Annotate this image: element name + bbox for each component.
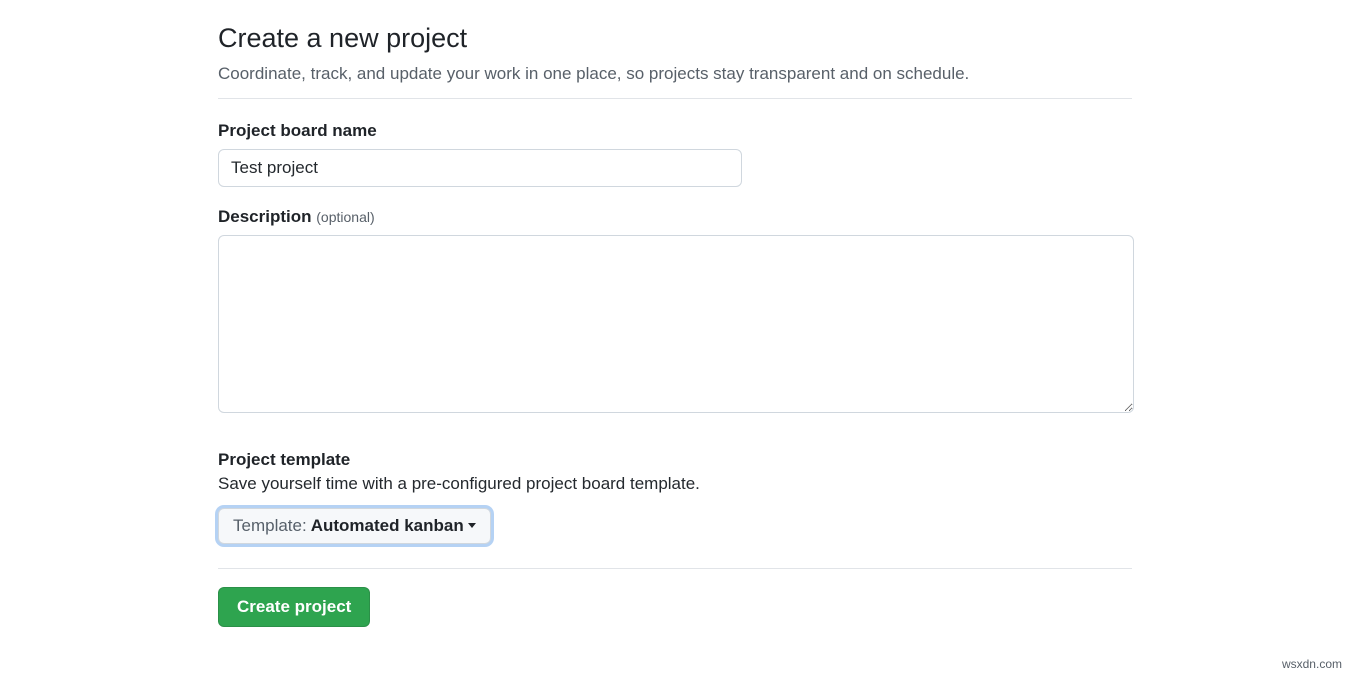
name-label: Project board name	[218, 121, 1132, 141]
page-title: Create a new project	[218, 22, 1132, 56]
create-project-button[interactable]: Create project	[218, 587, 370, 627]
watermark-text: wsxdn.com	[1282, 657, 1342, 671]
template-heading: Project template	[218, 450, 1132, 470]
page-subtitle: Coordinate, track, and update your work …	[218, 62, 1132, 86]
project-description-input[interactable]	[218, 235, 1134, 413]
chevron-down-icon	[468, 523, 476, 528]
description-label: Description (optional)	[218, 207, 1132, 227]
header-divider	[218, 98, 1132, 99]
template-section: Project template Save yourself time with…	[218, 450, 1132, 544]
project-name-input[interactable]	[218, 149, 742, 187]
description-label-text: Description	[218, 207, 312, 226]
submit-divider	[218, 568, 1132, 569]
create-project-form: Create a new project Coordinate, track, …	[0, 0, 1350, 627]
template-selected-value: Automated kanban	[311, 516, 464, 536]
template-dropdown-button[interactable]: Template: Automated kanban	[218, 508, 491, 544]
description-optional-text: (optional)	[316, 209, 374, 225]
template-description: Save yourself time with a pre-configured…	[218, 474, 1132, 494]
name-field-group: Project board name	[218, 121, 1132, 187]
description-field-group: Description (optional)	[218, 207, 1132, 418]
template-prefix: Template:	[233, 516, 307, 536]
